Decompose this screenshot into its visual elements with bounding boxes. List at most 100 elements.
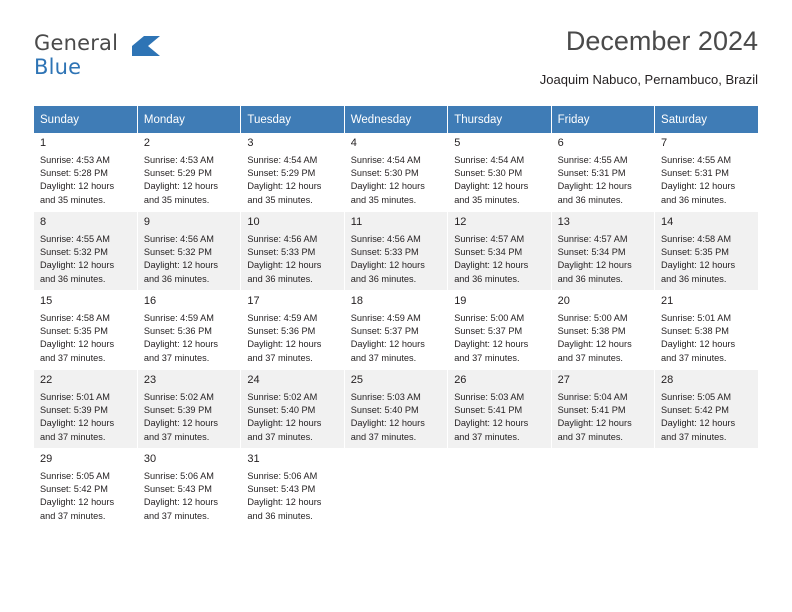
day-info: Sunrise: 4:58 AM Sunset: 5:35 PM Dayligh… [661, 234, 736, 284]
calendar-day-cell[interactable]: 31 Sunrise: 5:06 AM Sunset: 5:43 PM Dayli… [240, 448, 345, 528]
weekday-header-sunday: Sunday [34, 106, 138, 133]
calendar-day-cell[interactable]: 14 Sunrise: 4:58 AM Sunset: 5:35 PM Dayli… [654, 211, 758, 291]
day-info: Sunrise: 4:56 AM Sunset: 5:32 PM Dayligh… [143, 234, 218, 284]
day-info: Sunrise: 4:55 AM Sunset: 5:32 PM Dayligh… [40, 234, 115, 284]
calendar-day-cell[interactable]: 25 Sunrise: 5:03 AM Sunset: 5:40 PM Dayli… [344, 369, 449, 449]
day-number: 12 [454, 216, 467, 228]
calendar-week-row: 29 Sunrise: 5:05 AM Sunset: 5:42 PM Dayli… [34, 448, 758, 528]
calendar-day-cell[interactable]: 21 Sunrise: 5:01 AM Sunset: 5:38 PM Dayli… [654, 290, 758, 370]
day-info: Sunrise: 5:01 AM Sunset: 5:39 PM Dayligh… [40, 392, 115, 442]
calendar-day-cell[interactable]: 18 Sunrise: 4:59 AM Sunset: 5:37 PM Dayli… [344, 290, 449, 370]
day-info: Sunrise: 5:01 AM Sunset: 5:38 PM Dayligh… [661, 313, 736, 363]
day-number: 26 [454, 374, 467, 386]
day-number: 21 [661, 295, 674, 307]
day-number: 7 [661, 137, 668, 149]
day-info: Sunrise: 4:53 AM Sunset: 5:28 PM Dayligh… [40, 155, 115, 205]
day-number: 11 [350, 216, 363, 228]
day-info: Sunrise: 4:57 AM Sunset: 5:34 PM Dayligh… [557, 234, 632, 284]
calendar-day-cell[interactable]: 12 Sunrise: 4:57 AM Sunset: 5:34 PM Dayli… [447, 211, 552, 291]
day-number: 29 [40, 453, 53, 465]
day-info: Sunrise: 5:06 AM Sunset: 5:43 PM Dayligh… [143, 471, 218, 521]
day-info: Sunrise: 5:05 AM Sunset: 5:42 PM Dayligh… [40, 471, 115, 521]
calendar-page: General Blue December 2024 Joaquim Nabuc… [0, 0, 792, 612]
day-number: 17 [247, 295, 260, 307]
calendar-day-cell-empty [344, 448, 449, 528]
day-number: 1 [40, 137, 47, 149]
day-number: 9 [143, 216, 151, 228]
calendar-day-cell[interactable]: 11 Sunrise: 4:56 AM Sunset: 5:33 PM Dayli… [344, 211, 449, 291]
day-info: Sunrise: 4:56 AM Sunset: 5:33 PM Dayligh… [350, 234, 425, 284]
calendar-day-cell[interactable]: 15 Sunrise: 4:58 AM Sunset: 5:35 PM Dayli… [34, 290, 138, 370]
weekday-header-tuesday: Tuesday [240, 106, 345, 133]
weekday-header-monday: Monday [137, 106, 242, 133]
calendar-day-cell[interactable]: 13 Sunrise: 4:57 AM Sunset: 5:34 PM Dayli… [551, 211, 656, 291]
calendar-day-cell[interactable]: 19 Sunrise: 5:00 AM Sunset: 5:37 PM Dayli… [447, 290, 552, 370]
day-info: Sunrise: 4:54 AM Sunset: 5:30 PM Dayligh… [454, 155, 529, 205]
calendar-week-row: 1 Sunrise: 4:53 AM Sunset: 5:28 PM Daylig… [34, 133, 758, 212]
day-number: 6 [557, 137, 564, 149]
day-info: Sunrise: 5:00 AM Sunset: 5:37 PM Dayligh… [454, 313, 529, 363]
calendar-day-cell-empty [447, 448, 552, 528]
day-info: Sunrise: 5:02 AM Sunset: 5:40 PM Dayligh… [247, 392, 322, 442]
day-number: 8 [40, 216, 47, 228]
day-number: 19 [454, 295, 467, 307]
weekday-header-wednesday: Wednesday [344, 106, 449, 133]
calendar-day-cell[interactable]: 16 Sunrise: 4:59 AM Sunset: 5:36 PM Dayli… [137, 290, 242, 370]
calendar-day-cell[interactable]: 20 Sunrise: 5:00 AM Sunset: 5:38 PM Dayli… [551, 290, 656, 370]
calendar-day-cell[interactable]: 24 Sunrise: 5:02 AM Sunset: 5:40 PM Dayli… [240, 369, 345, 449]
day-info: Sunrise: 4:56 AM Sunset: 5:33 PM Dayligh… [247, 234, 322, 284]
page-title: December 2024 [565, 26, 758, 56]
day-info: Sunrise: 4:54 AM Sunset: 5:30 PM Dayligh… [350, 155, 425, 205]
day-number: 24 [247, 374, 260, 386]
day-number: 3 [247, 137, 254, 149]
day-number: 28 [661, 374, 674, 386]
calendar-day-cell[interactable]: 3 Sunrise: 4:54 AM Sunset: 5:29 PM Daylig… [240, 133, 345, 212]
calendar-day-cell[interactable]: 28 Sunrise: 5:05 AM Sunset: 5:42 PM Dayli… [654, 369, 758, 449]
weekday-header-saturday: Saturday [654, 106, 758, 133]
calendar-day-cell[interactable]: 23 Sunrise: 5:02 AM Sunset: 5:39 PM Dayli… [137, 369, 242, 449]
calendar-day-cell[interactable]: 1 Sunrise: 4:53 AM Sunset: 5:28 PM Daylig… [34, 133, 138, 212]
calendar-day-cell-empty [551, 448, 656, 528]
weekday-header-thursday: Thursday [447, 106, 552, 133]
calendar-day-cell-empty [654, 448, 758, 528]
day-number: 14 [661, 216, 674, 228]
logo-blue-text: Blue [34, 55, 82, 79]
calendar-day-cell[interactable]: 7 Sunrise: 4:55 AM Sunset: 5:31 PM Daylig… [654, 133, 758, 212]
day-number: 2 [143, 137, 151, 149]
day-number: 22 [40, 374, 53, 386]
calendar-day-cell[interactable]: 29 Sunrise: 5:05 AM Sunset: 5:42 PM Dayli… [34, 448, 138, 528]
logo: General Blue [34, 32, 224, 88]
day-number: 5 [454, 137, 461, 149]
day-info: Sunrise: 4:57 AM Sunset: 5:34 PM Dayligh… [454, 234, 529, 284]
day-number: 10 [247, 216, 260, 228]
calendar-day-cell[interactable]: 9 Sunrise: 4:56 AM Sunset: 5:32 PM Daylig… [137, 211, 242, 291]
calendar-day-cell[interactable]: 30 Sunrise: 5:06 AM Sunset: 5:43 PM Dayli… [137, 448, 242, 528]
calendar-day-cell[interactable]: 10 Sunrise: 4:56 AM Sunset: 5:33 PM Dayli… [240, 211, 345, 291]
calendar-day-cell[interactable]: 5 Sunrise: 4:54 AM Sunset: 5:30 PM Daylig… [447, 133, 552, 212]
calendar-week-row: 15 Sunrise: 4:58 AM Sunset: 5:35 PM Dayli… [34, 290, 758, 370]
flag-icon [132, 36, 160, 56]
day-info: Sunrise: 4:59 AM Sunset: 5:37 PM Dayligh… [350, 313, 425, 363]
day-info: Sunrise: 4:54 AM Sunset: 5:29 PM Dayligh… [247, 155, 322, 205]
day-number: 18 [350, 295, 364, 307]
day-info: Sunrise: 5:03 AM Sunset: 5:41 PM Dayligh… [454, 392, 529, 442]
day-info: Sunrise: 4:55 AM Sunset: 5:31 PM Dayligh… [661, 155, 736, 205]
day-number: 25 [350, 374, 364, 386]
day-number: 13 [557, 216, 570, 228]
day-number: 31 [247, 453, 260, 465]
calendar-day-cell[interactable]: 6 Sunrise: 4:55 AM Sunset: 5:31 PM Daylig… [551, 133, 656, 212]
calendar-day-cell[interactable]: 22 Sunrise: 5:01 AM Sunset: 5:39 PM Dayli… [34, 369, 138, 449]
weekday-header-row: Sunday Monday Tuesday Wednesday Thursday… [34, 106, 758, 133]
calendar-day-cell[interactable]: 17 Sunrise: 4:59 AM Sunset: 5:36 PM Dayli… [240, 290, 345, 370]
calendar-day-cell[interactable]: 2 Sunrise: 4:53 AM Sunset: 5:29 PM Daylig… [137, 133, 242, 212]
day-info: Sunrise: 4:59 AM Sunset: 5:36 PM Dayligh… [247, 313, 322, 363]
day-info: Sunrise: 5:02 AM Sunset: 5:39 PM Dayligh… [143, 392, 218, 442]
calendar-day-cell[interactable]: 8 Sunrise: 4:55 AM Sunset: 5:32 PM Daylig… [34, 211, 138, 291]
calendar-day-cell[interactable]: 27 Sunrise: 5:04 AM Sunset: 5:41 PM Dayli… [551, 369, 656, 449]
calendar-day-cell[interactable]: 4 Sunrise: 4:54 AM Sunset: 5:30 PM Daylig… [344, 133, 449, 212]
calendar-day-cell[interactable]: 26 Sunrise: 5:03 AM Sunset: 5:41 PM Dayli… [447, 369, 552, 449]
day-number: 4 [350, 137, 357, 149]
day-info: Sunrise: 5:03 AM Sunset: 5:40 PM Dayligh… [350, 392, 425, 442]
weekday-header-friday: Friday [551, 106, 656, 133]
day-number: 16 [143, 295, 157, 307]
